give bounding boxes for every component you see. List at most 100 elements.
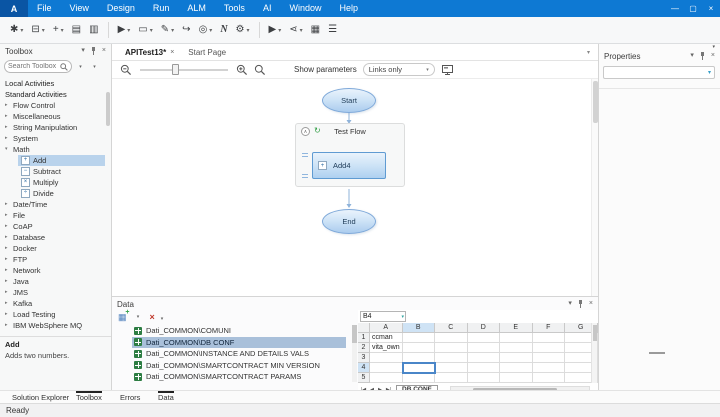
toolbox-item-jms[interactable]: ▸ JMS	[0, 287, 105, 298]
options-button[interactable]: ☰	[324, 20, 341, 40]
save-button[interactable]: ⊟ ▾	[27, 20, 48, 40]
toolbox-item-system[interactable]: ▸ System	[0, 133, 105, 144]
toolbox-item-miscellaneous[interactable]: ▸ Miscellaneous	[0, 111, 105, 122]
connector-handle[interactable]	[302, 174, 308, 178]
end-node[interactable]: End	[322, 209, 376, 234]
tab-toolbox[interactable]: Toolbox	[76, 391, 102, 402]
container-button[interactable]: ▭ ▾	[134, 20, 156, 40]
cell[interactable]	[402, 343, 435, 353]
spreadsheet-vscrollbar[interactable]	[591, 323, 597, 383]
redo-button[interactable]: ↪	[178, 20, 194, 40]
chevron-down-icon[interactable]: ▾	[5, 144, 13, 155]
data-item-smartcontract-params[interactable]: Dati_COMMON\SMARTCONTRACT PARAMS	[132, 371, 346, 383]
chevron-right-icon[interactable]: ▸	[5, 243, 13, 254]
chevron-right-icon[interactable]: ▸	[5, 100, 13, 111]
cell[interactable]	[435, 343, 468, 353]
panel-menu-icon[interactable]: ▾	[81, 46, 85, 56]
run-button[interactable]: ▶ ▾	[114, 20, 135, 40]
pin-icon[interactable]	[699, 51, 706, 61]
splitter-grip[interactable]	[649, 352, 665, 354]
chevron-right-icon[interactable]: ▸	[5, 232, 13, 243]
report-button[interactable]: ▦	[307, 20, 324, 40]
delete-data-button[interactable]: ×	[150, 312, 155, 322]
search-input[interactable]	[8, 63, 60, 70]
properties-selector[interactable]: ▾	[603, 66, 715, 79]
row-header-3[interactable]: 3	[358, 353, 370, 363]
cell[interactable]	[500, 353, 533, 363]
close-icon[interactable]: ×	[102, 46, 106, 56]
toolbox-item-docker[interactable]: ▸ Docker	[0, 243, 105, 254]
cell[interactable]	[532, 333, 565, 343]
toolbox-item-divide[interactable]: ÷ Divide	[18, 188, 105, 199]
cell[interactable]	[370, 373, 403, 383]
row-header-1[interactable]: 1	[358, 333, 370, 343]
cell[interactable]	[532, 363, 565, 373]
connector-handle[interactable]	[302, 153, 308, 157]
toolbox-item-file[interactable]: ▸ File	[0, 210, 105, 221]
chevron-right-icon[interactable]: ▸	[5, 320, 13, 331]
chevron-right-icon[interactable]: ▸	[5, 111, 13, 122]
parameters-select[interactable]: Links only ▾	[362, 63, 435, 76]
cell[interactable]	[435, 373, 468, 383]
step-button[interactable]: ▶ ▾	[265, 20, 286, 40]
data-list-scrollbar[interactable]	[352, 325, 357, 382]
settings-button[interactable]: ⚙ ▾	[232, 20, 254, 40]
menu-window[interactable]: Window	[280, 0, 330, 17]
close-icon[interactable]: ×	[589, 299, 593, 309]
panel-dock-icon[interactable]: ▾	[712, 44, 715, 50]
cell[interactable]	[435, 353, 468, 363]
close-icon[interactable]: ×	[711, 51, 715, 61]
tab-errors[interactable]: Errors	[120, 391, 140, 402]
toolbox-item-kafka[interactable]: ▸ Kafka	[0, 298, 105, 309]
chevron-right-icon[interactable]: ▸	[5, 265, 13, 276]
edit-button[interactable]: ✎ ▾	[157, 20, 178, 40]
data-item-db-conf[interactable]: Dati_COMMON\DB CONF	[132, 336, 346, 348]
cell[interactable]	[467, 343, 500, 353]
cell[interactable]	[500, 333, 533, 343]
zoom-in-icon[interactable]	[236, 64, 248, 76]
row-header-4[interactable]: 4	[358, 363, 370, 373]
data-more-dropdown[interactable]: ▾	[161, 316, 164, 322]
toolbox-item-load-testing[interactable]: ▸ Load Testing	[0, 309, 105, 320]
zoom-out-icon[interactable]	[120, 64, 132, 76]
toolbox-item-network[interactable]: ▸ Network	[0, 265, 105, 276]
zoom-slider[interactable]	[140, 64, 228, 75]
maximize-icon[interactable]: ▢	[684, 0, 702, 17]
add-button[interactable]: + ▾	[49, 20, 68, 40]
grid-corner[interactable]	[358, 323, 370, 333]
menu-alm[interactable]: ALM	[178, 0, 215, 17]
chevron-right-icon[interactable]: ▸	[5, 309, 13, 320]
share-button[interactable]: ⋖ ▾	[285, 20, 306, 40]
tab-start-page[interactable]: Start Page	[181, 44, 233, 61]
column-header-e[interactable]: E	[500, 323, 533, 333]
column-header-b[interactable]: B	[402, 323, 435, 333]
column-header-d[interactable]: D	[467, 323, 500, 333]
minimize-icon[interactable]: —	[666, 0, 684, 17]
new-button[interactable]: ✱ ▾	[6, 20, 27, 40]
data-item-instance-and-details-vals[interactable]: Dati_COMMON\INSTANCE AND DETAILS VALS	[132, 348, 346, 360]
menu-file[interactable]: File	[28, 0, 61, 17]
cell-A2[interactable]: vita_own	[370, 343, 403, 353]
cell[interactable]	[500, 343, 533, 353]
toolbox-item-coap[interactable]: ▸ CoAP	[0, 221, 105, 232]
column-header-f[interactable]: F	[532, 323, 565, 333]
tab-solution-explorer[interactable]: Solution Explorer	[12, 391, 69, 402]
note-button[interactable]: N	[216, 20, 231, 40]
toolbox-item-flow-control[interactable]: ▸ Flow Control	[0, 100, 105, 111]
cell[interactable]	[532, 353, 565, 363]
panel-menu-icon[interactable]: ▾	[690, 51, 694, 61]
menu-ai[interactable]: AI	[254, 0, 281, 17]
search-options-dropdown[interactable]: ▾	[89, 60, 100, 73]
search-filter-dropdown[interactable]: ▾	[75, 60, 86, 73]
chevron-right-icon[interactable]: ▸	[5, 298, 13, 309]
zoom-slider-thumb[interactable]	[172, 64, 179, 75]
menu-run[interactable]: Run	[144, 0, 179, 17]
chevron-right-icon[interactable]: ▸	[5, 133, 13, 144]
pin-icon[interactable]	[577, 299, 584, 309]
record-button[interactable]: ◎ ▾	[195, 20, 217, 40]
tab-overflow-icon[interactable]: ▾	[587, 49, 590, 56]
chevron-right-icon[interactable]: ▸	[5, 122, 13, 133]
toolbox-item-multiply[interactable]: × Multiply	[18, 177, 105, 188]
cell[interactable]	[435, 333, 468, 343]
cell[interactable]	[435, 363, 468, 373]
